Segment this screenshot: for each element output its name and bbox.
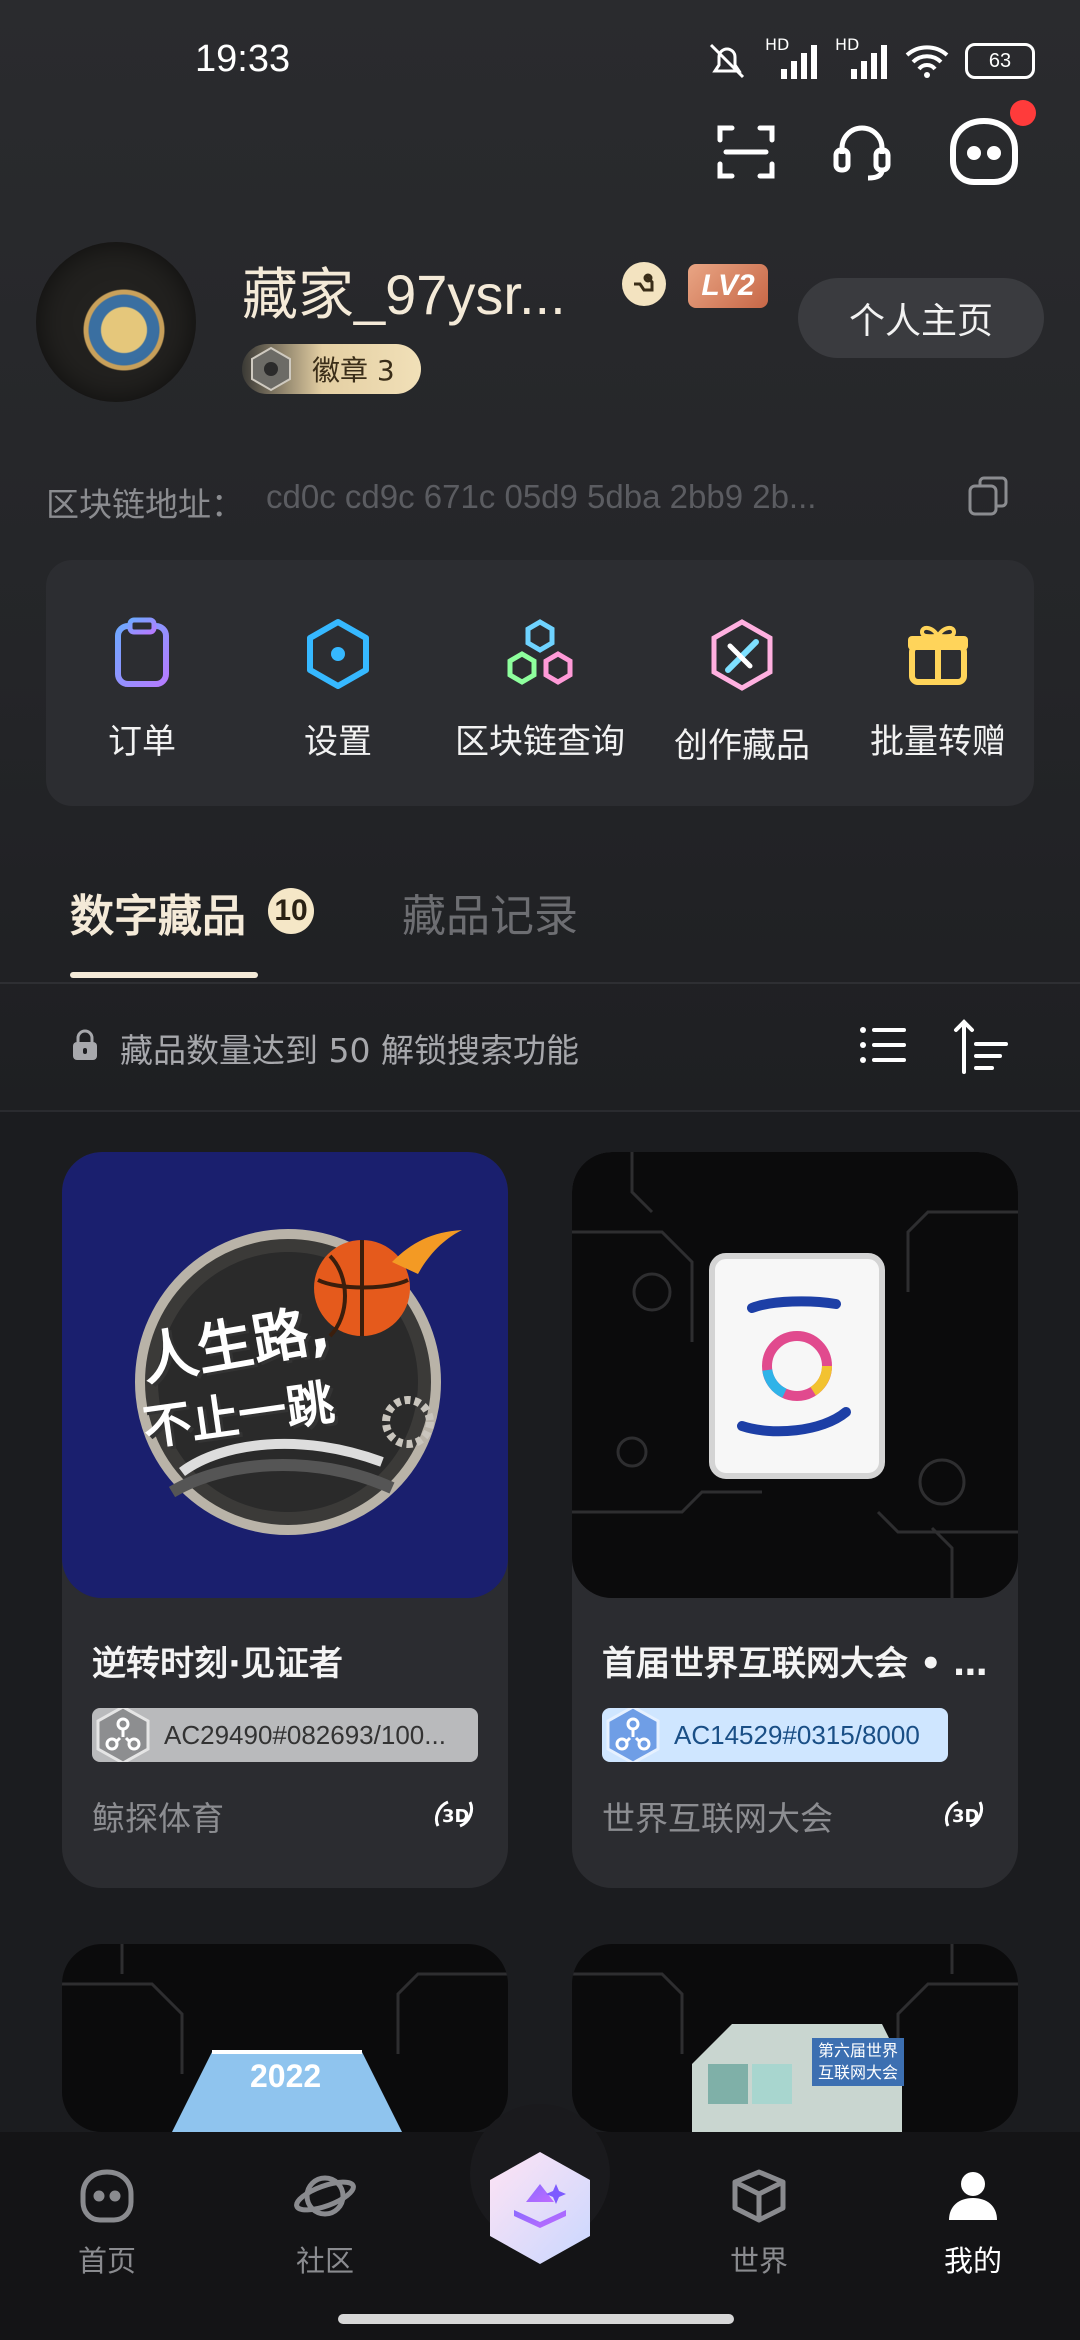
svg-text:3D: 3D [442, 1806, 469, 1827]
3d-badge-icon: 3D [434, 1800, 474, 1828]
sort-icon [954, 1019, 1008, 1074]
blockchain-icon [507, 619, 573, 685]
center-create-button[interactable] [486, 2150, 594, 2266]
cube-icon [732, 2169, 786, 2223]
nav-label-community: 社区 [295, 2244, 354, 2278]
signal-icon-2: HD [833, 35, 889, 81]
signal-icon-1: HD [763, 35, 819, 81]
menu-label-batch-gift: 批量转赠 [870, 722, 1006, 762]
level-badge: LV2 [688, 264, 768, 308]
messages-button[interactable] [944, 112, 1024, 192]
serial-tag: AC29490#082693/100... [92, 1708, 478, 1762]
nav-label-home: 首页 [77, 2244, 136, 2278]
planet-icon [294, 2175, 356, 2217]
internet-conference-art [572, 1152, 1018, 1598]
hd-label-2: HD [835, 35, 860, 54]
medal-icon [251, 346, 291, 392]
nav-label-world: 世界 [729, 2244, 788, 2278]
settings-icon [307, 619, 369, 689]
collectible-image [62, 1944, 508, 2132]
tab-digital-collectibles[interactable]: 数字藏品 [70, 880, 246, 944]
home-icon [80, 2169, 134, 2223]
menu-label-create: 创作藏品 [674, 726, 810, 766]
nav-item-community[interactable]: 社区 [260, 2168, 390, 2280]
hand-coin-icon [634, 273, 654, 292]
collectible-card[interactable]: 人生路, 不止一跳 逆转时刻·见证者 AC29490#082693/100...… [62, 1152, 508, 1888]
issuer-name: 鲸探体育 [92, 1799, 224, 1838]
list-icon [860, 1027, 906, 1063]
headset-icon [833, 125, 891, 181]
svg-text:3D: 3D [952, 1806, 979, 1827]
art-text: 2022 [250, 2058, 322, 2094]
issuer-name: 世界互联网大会 [602, 1799, 833, 1838]
chain-hex-icon [96, 1708, 150, 1762]
battery-indicator: 63 [965, 43, 1035, 79]
nav-item-mine[interactable]: 我的 [908, 2168, 1038, 2280]
scan-icon [717, 125, 775, 179]
menu-item-orders[interactable]: 订单 [42, 616, 242, 763]
list-view-button[interactable] [858, 1020, 908, 1070]
collectible-image [572, 1944, 1018, 2132]
nav-label-mine: 我的 [943, 2244, 1002, 2278]
notification-dot [1010, 100, 1036, 126]
tab-divider [0, 982, 1080, 984]
medal-label: 徽章 3 [312, 354, 395, 387]
user-icon [949, 2172, 997, 2220]
copy-icon [968, 476, 1008, 516]
gift-icon [908, 625, 968, 685]
lock-icon [73, 1029, 97, 1060]
avatar[interactable] [36, 242, 196, 402]
menu-label-orders: 订单 [108, 722, 176, 762]
copy-button[interactable] [966, 474, 1010, 518]
coin-badge[interactable] [622, 262, 666, 306]
mute-icon [709, 43, 745, 79]
order-icon [115, 617, 169, 687]
tab-collection-records[interactable]: 藏品记录 [402, 880, 578, 944]
menu-label-blockchain: 区块链查询 [455, 722, 625, 762]
status-time: 19:33 [195, 38, 291, 80]
collectible-card[interactable]: 2022 [62, 1944, 508, 2132]
collectible-card[interactable]: 第六届世界 互联网大会 [572, 1944, 1018, 2132]
wifi-icon [905, 45, 949, 78]
chain-address-label: 区块链地址： [46, 485, 244, 524]
customer-service-button[interactable] [826, 116, 898, 188]
home-indicator[interactable] [338, 2314, 734, 2324]
sparkle-book-icon [490, 2152, 590, 2264]
menu-item-blockchain[interactable]: 区块链查询 [440, 616, 640, 763]
create-icon [711, 619, 773, 691]
chain-address-value: cd0c cd9c 671c 05d9 5dba 2bb9 2b... [266, 478, 817, 515]
collectible-card[interactable]: 首届世界互联网大会 • ... AC14529#0315/8000 世界互联网大… [572, 1152, 1018, 1888]
art-text-line-2: 互联网大会 [818, 2063, 899, 2082]
nav-item-world[interactable]: 世界 [694, 2168, 824, 2280]
robot-face-icon [950, 117, 1018, 185]
art-text-line-1: 第六届世界 [818, 2041, 899, 2060]
status-icons: HD HD 63 [705, 35, 1035, 84]
scan-button[interactable] [710, 116, 782, 188]
menu-label-settings: 设置 [304, 722, 372, 762]
quick-menu: 订单 设置 区块链查询 创作藏品 批量转赠 [46, 560, 1034, 806]
menu-item-settings[interactable]: 设置 [238, 616, 438, 763]
profile-home-button[interactable]: 个人主页 [798, 278, 1044, 358]
3d-badge-icon: 3D [944, 1800, 984, 1828]
hd-label-1: HD [765, 35, 790, 54]
collectible-image [572, 1152, 1018, 1598]
serial-number: AC14529#0315/8000 [674, 1719, 920, 1750]
tab-active-indicator [70, 972, 258, 978]
collectible-title: 首届世界互联网大会 • ... [602, 1644, 992, 1684]
collectible-title: 逆转时刻·见证者 [92, 1644, 343, 1684]
serial-tag: AC14529#0315/8000 [602, 1708, 948, 1762]
collectible-image: 人生路, 不止一跳 [62, 1152, 508, 1598]
menu-item-batch-gift[interactable]: 批量转赠 [838, 616, 1038, 763]
art-text-box: 第六届世界 互联网大会 [812, 2038, 905, 2086]
search-unlock-hint: 藏品数量达到 50 解锁搜索功能 [120, 1031, 579, 1070]
tab-count-badge: 10 [268, 888, 314, 934]
medal-badge[interactable]: 徽章 3 [242, 344, 421, 394]
username: 藏家_97ysr... [242, 263, 566, 326]
menu-item-create[interactable]: 创作藏品 [642, 616, 842, 767]
chain-hex-icon [606, 1708, 660, 1762]
serial-number: AC29490#082693/100... [164, 1719, 446, 1750]
nav-item-home[interactable]: 首页 [42, 2168, 172, 2280]
sort-button[interactable] [952, 1016, 1012, 1076]
